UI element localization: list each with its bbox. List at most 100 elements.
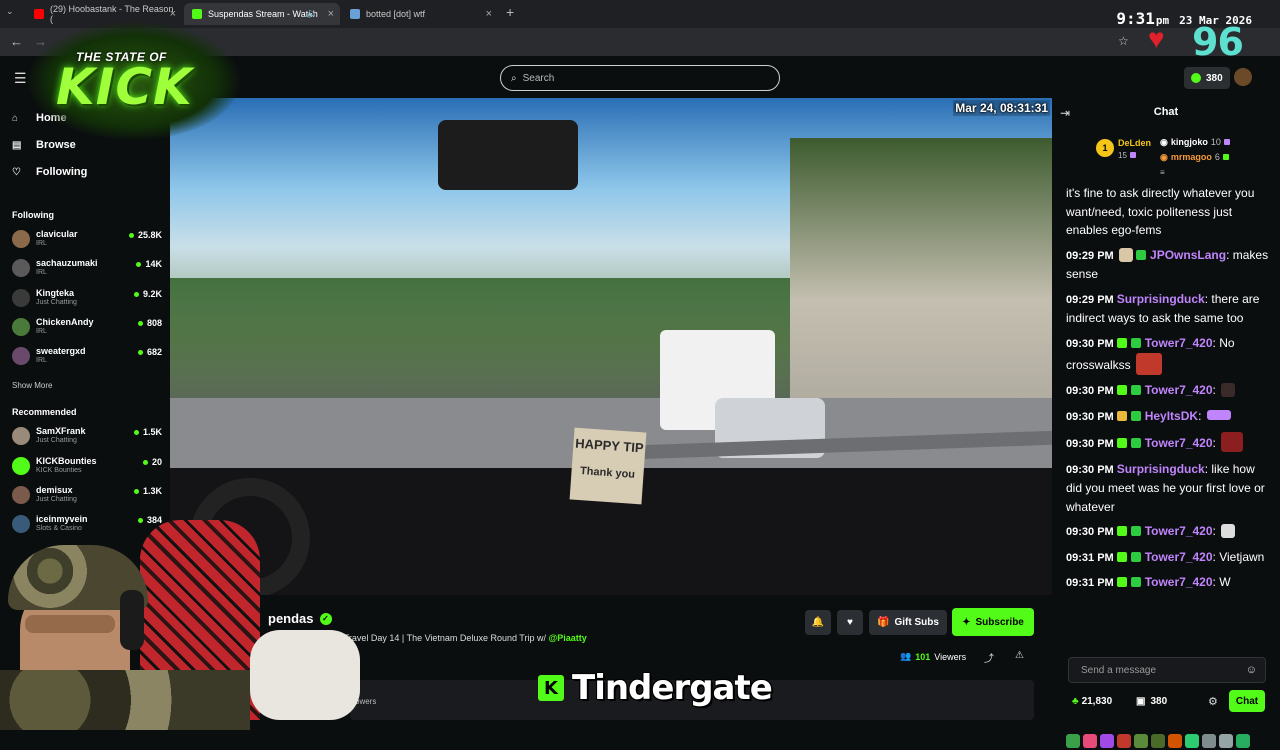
gift-subs-label: Gift Subs xyxy=(894,617,939,628)
leaderboard-first-name[interactable]: DeLden xyxy=(1118,138,1151,148)
close-tab-icon[interactable]: × xyxy=(328,8,334,20)
chat-header: ⇥ Chat xyxy=(1052,98,1280,128)
points-badge[interactable]: 380 xyxy=(1184,67,1230,89)
channel-points[interactable]: ▣ 380 xyxy=(1136,696,1167,707)
chat-message-text: it's fine to ask directly whatever you w… xyxy=(1066,186,1255,237)
youtube-favicon-icon xyxy=(34,9,44,19)
overlay-heart-icon: ♥ xyxy=(1148,23,1165,54)
chat-username[interactable]: JPOwnsLang xyxy=(1150,248,1226,262)
close-tab-icon[interactable]: × xyxy=(486,8,492,20)
follow-heart-button[interactable]: ♥ xyxy=(837,610,863,635)
sidebar-channel[interactable]: ChickenAndy IRL 808 xyxy=(12,315,162,341)
stream-title-mention[interactable]: @Piaatty xyxy=(548,633,586,643)
sidebar-channel[interactable]: sweatergxd IRL 682 xyxy=(12,344,162,370)
forward-arrow-icon[interactable]: → xyxy=(34,34,47,49)
sidebar-channel[interactable]: KICKBounties KICK Bounties 20 xyxy=(12,454,162,480)
emote-icon[interactable] xyxy=(1202,734,1216,748)
browser-tab-kick[interactable]: Suspendas Stream - Watch 🔈 × xyxy=(184,3,340,25)
gift-subs-button[interactable]: 🎁 Gift Subs xyxy=(869,610,947,635)
emote-icon[interactable] xyxy=(1185,734,1199,748)
sidebar-channel[interactable]: sachauzumaki IRL 14K xyxy=(12,256,162,282)
notification-bell-button[interactable]: 🔔 xyxy=(805,610,831,635)
emote-icon[interactable] xyxy=(1134,734,1148,748)
viewers-label: Viewers xyxy=(934,651,967,662)
webcam-glasses xyxy=(25,615,115,633)
chat-settings-gear-icon[interactable]: ⚙ xyxy=(1208,695,1218,708)
chat-username[interactable]: Tower7_420 xyxy=(1145,550,1213,564)
emoji-picker-icon[interactable]: ☺ xyxy=(1246,664,1257,676)
emote-icon[interactable] xyxy=(1151,734,1165,748)
sidebar-channel[interactable]: clavicular IRL 25.8K xyxy=(12,227,162,253)
viewer-count: 682 xyxy=(137,347,162,357)
channel-category: Just Chatting xyxy=(36,299,77,306)
channel-name: sweatergxd xyxy=(36,346,86,356)
hamburger-menu-icon[interactable]: ☰ xyxy=(14,70,27,87)
report-icon[interactable]: ⚠ xyxy=(1015,650,1024,661)
show-more-button[interactable]: Show More xyxy=(12,381,52,390)
chat-username[interactable]: Tower7_420 xyxy=(1145,436,1213,450)
browser-tab-bar: ⌄ (29) Hoobastank - The Reason ( × Suspe… xyxy=(0,0,1280,28)
chat-message-input[interactable]: Send a message ☺ xyxy=(1068,657,1266,683)
channel-category: Just Chatting xyxy=(36,437,77,444)
viewer-count-value: 25.8K xyxy=(137,230,162,240)
sidebar-channel[interactable]: demisux Just Chatting 1.3K xyxy=(12,483,162,509)
emote-icon[interactable] xyxy=(1236,734,1250,748)
bookmark-star-icon[interactable]: ☆ xyxy=(1118,34,1129,48)
chat-message: 09:30 PM Tower7_420: No crosswalkss xyxy=(1066,334,1270,375)
avatar xyxy=(12,427,30,445)
viewer-count: 25.8K xyxy=(128,230,162,240)
user-avatar[interactable] xyxy=(1234,68,1252,86)
emote-icon[interactable] xyxy=(1219,734,1233,748)
sidebar-channel[interactable]: Kingteka Just Chatting 9.2K xyxy=(12,286,162,312)
chat-username[interactable]: HeyItsDK xyxy=(1145,409,1198,423)
live-dot-icon xyxy=(133,488,139,494)
chat-message-text: W xyxy=(1219,575,1231,589)
sidebar-channel[interactable]: SamXFrank Just Chatting 1.5K xyxy=(12,424,162,450)
third-name: mrmagoo xyxy=(1170,152,1212,162)
chat-message: 09:31 PM Tower7_420: W xyxy=(1066,575,1231,589)
channel-category: Just Chatting xyxy=(36,496,77,503)
chat-username[interactable]: Surprisingduck xyxy=(1117,292,1205,306)
emote-icon[interactable] xyxy=(1168,734,1182,748)
chat-username[interactable]: Tower7_420 xyxy=(1145,575,1213,589)
search-input[interactable]: ⌕ Search xyxy=(500,65,780,91)
share-icon[interactable]: ⤴ xyxy=(984,650,994,665)
new-tab-icon[interactable]: + xyxy=(506,4,514,20)
close-tab-icon[interactable]: × xyxy=(170,8,176,20)
tip-sign-line-2: Thank you xyxy=(579,465,636,481)
sidebar-nav-browse[interactable]: ▤ Browse xyxy=(12,139,76,151)
sidebar-nav-following[interactable]: ♡ Following xyxy=(12,166,87,178)
viewer-count-value: 682 xyxy=(146,347,162,357)
chat-username[interactable]: Surprisingduck xyxy=(1117,462,1205,476)
emote-icon[interactable] xyxy=(1066,734,1080,748)
search-placeholder: Search xyxy=(522,72,555,84)
chat-username[interactable]: Tower7_420 xyxy=(1145,383,1213,397)
chat-message: 09:30 PM Tower7_420: xyxy=(1066,381,1270,401)
chat-username[interactable]: Tower7_420 xyxy=(1145,336,1213,350)
chat-username[interactable]: Tower7_420 xyxy=(1145,524,1213,538)
tab-list-chevron-icon[interactable]: ⌄ xyxy=(6,6,20,20)
speaker-icon[interactable]: 🔈 xyxy=(307,8,318,19)
chat-send-button[interactable]: Chat xyxy=(1229,690,1265,712)
rank-two-icon: ◉ xyxy=(1160,137,1168,147)
kick-points[interactable]: ♣ 21,830 xyxy=(1072,696,1112,707)
live-dot-icon xyxy=(137,349,143,355)
kick-points-icon: ♣ xyxy=(1072,696,1079,707)
leaderboard-expand-icon[interactable]: ≡ xyxy=(1160,168,1165,177)
emote-icon[interactable] xyxy=(1083,734,1097,748)
avatar xyxy=(12,486,30,504)
live-dot-icon xyxy=(137,320,143,326)
leaderboard-third[interactable]: ◉ mrmagoo 6 xyxy=(1160,152,1229,163)
back-arrow-icon[interactable]: ← xyxy=(10,34,23,49)
chat-message: 09:30 PM Tower7_420: xyxy=(1066,432,1270,454)
emote-icon[interactable] xyxy=(1117,734,1131,748)
leaderboard-second[interactable]: ◉ kingjoko 10 xyxy=(1160,137,1230,148)
subscribe-label: Subscribe xyxy=(975,616,1024,628)
chat-timestamp: 09:30 PM xyxy=(1066,438,1114,450)
gift-badge-icon xyxy=(1130,577,1141,587)
browser-tab-botted[interactable]: botted [dot] wtf × xyxy=(342,3,498,25)
browser-tab-youtube[interactable]: (29) Hoobastank - The Reason ( × xyxy=(26,3,182,25)
subscribe-button[interactable]: ✦ Subscribe xyxy=(952,608,1034,636)
chat-timestamp: 09:30 PM xyxy=(1066,526,1114,538)
emote-icon[interactable] xyxy=(1100,734,1114,748)
